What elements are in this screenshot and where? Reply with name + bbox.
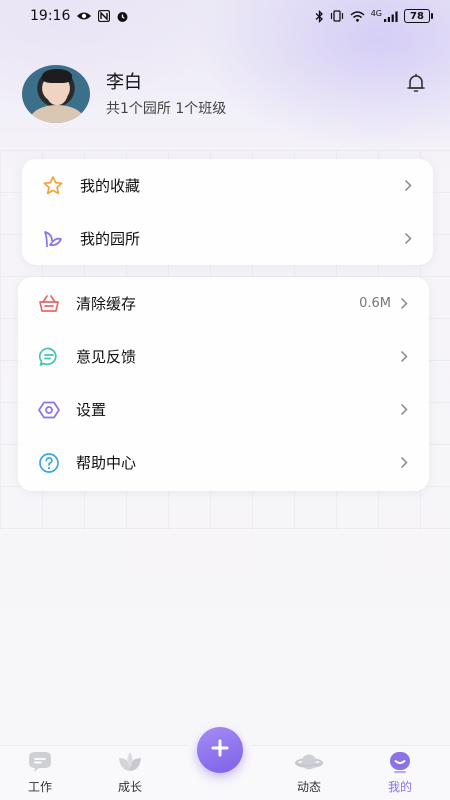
tab-label: 我的: [387, 780, 412, 794]
tab-label: 动态: [296, 780, 321, 794]
vibrate-icon: [330, 10, 344, 22]
status-time: 19:16: [30, 8, 71, 24]
profile-header[interactable]: 李白 共1个园所 1个班级: [22, 64, 430, 124]
plus-icon: [210, 738, 230, 762]
add-button[interactable]: [197, 727, 243, 773]
menu-item-settings[interactable]: 设置: [18, 383, 429, 436]
chevron-right-icon: [397, 350, 411, 364]
menu-card-secondary: 清除缓存 0.6M 意见反馈 设置 帮助中心: [18, 277, 429, 491]
battery-indicator: 78: [404, 9, 433, 23]
menu-item-label: 帮助中心: [76, 454, 137, 472]
tab-growth[interactable]: 成长: [100, 748, 160, 798]
leaf-icon: [115, 748, 145, 776]
sprout-icon: [40, 226, 66, 252]
menu-card-primary: 我的收藏 我的园所: [22, 159, 433, 265]
menu-item-label: 意见反馈: [76, 348, 137, 366]
menu-item-label: 我的收藏: [80, 177, 141, 195]
status-bar: 19:16 4G 78: [0, 0, 450, 32]
menu-item-label: 清除缓存: [76, 295, 137, 313]
bluetooth-icon: [315, 9, 324, 23]
menu-item-feedback[interactable]: 意见反馈: [18, 330, 429, 383]
bell-icon[interactable]: [402, 69, 430, 97]
menu-item-label: 设置: [76, 401, 107, 419]
menu-item-clear-cache[interactable]: 清除缓存 0.6M: [18, 277, 429, 330]
chevron-right-icon: [397, 403, 411, 417]
tab-work[interactable]: 工作: [10, 748, 70, 798]
chevron-right-icon: [397, 297, 411, 311]
tab-feed[interactable]: 动态: [279, 748, 339, 798]
menu-item-help-center[interactable]: 帮助中心: [18, 436, 429, 489]
menu-item-favorites[interactable]: 我的收藏: [22, 159, 433, 212]
menu-item-label: 我的园所: [80, 230, 141, 248]
signal-icon: [384, 11, 398, 22]
profile-subtitle: 共1个园所 1个班级: [106, 101, 227, 117]
planet-icon: [294, 748, 324, 776]
avatar[interactable]: [22, 65, 90, 123]
hexagon-settings-icon: [36, 397, 62, 423]
tab-label: 成长: [117, 780, 142, 794]
chevron-right-icon: [401, 232, 415, 246]
nfc-icon: [98, 10, 111, 22]
tab-mine[interactable]: 我的: [370, 748, 430, 798]
alarm-icon: [116, 10, 129, 23]
chat-bubble-icon: [36, 344, 62, 370]
eye-icon: [76, 10, 92, 22]
help-circle-icon: [36, 450, 62, 476]
wifi-icon: [350, 10, 365, 22]
star-icon: [40, 173, 66, 199]
network-type: 4G: [370, 8, 382, 18]
smile-face-icon: [385, 748, 415, 776]
menu-item-my-kindergarten[interactable]: 我的园所: [22, 212, 433, 265]
tab-label: 工作: [27, 780, 52, 794]
chevron-right-icon: [397, 456, 411, 470]
basket-icon: [36, 291, 62, 317]
cache-size-value: 0.6M: [359, 296, 391, 311]
chat-card-icon: [25, 748, 55, 776]
profile-name: 李白: [106, 72, 142, 93]
chevron-right-icon: [401, 179, 415, 193]
